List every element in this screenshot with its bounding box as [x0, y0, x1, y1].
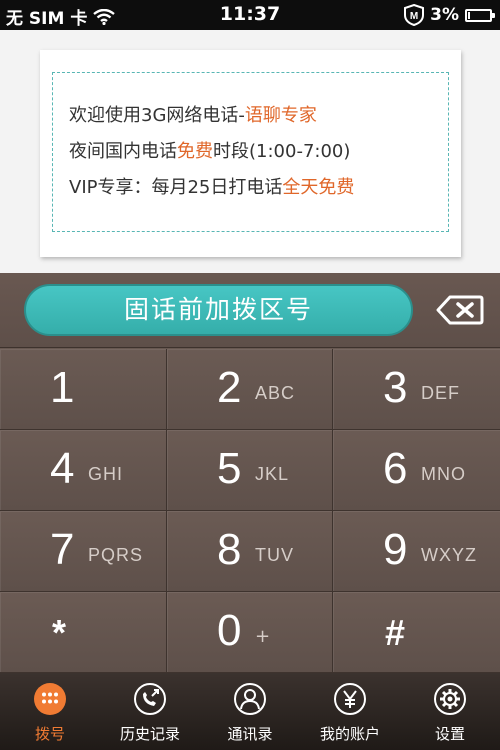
status-right: M 3%	[404, 4, 495, 26]
key-1[interactable]: 1	[0, 349, 167, 430]
battery-icon	[465, 8, 495, 22]
key-3[interactable]: 3 DEF	[333, 349, 500, 430]
shield-icon: M	[404, 4, 425, 26]
key-digit: 6	[383, 444, 408, 493]
key-digit: 7	[50, 525, 75, 574]
key-digit: 3	[383, 363, 408, 412]
status-bar: 无 SIM 卡 11:37 M 3%	[0, 0, 500, 30]
nav-label: 通讯录	[227, 725, 273, 743]
nav-label: 拨号	[34, 725, 65, 743]
key-hash[interactable]: #	[333, 592, 500, 673]
backspace-icon[interactable]	[436, 295, 484, 325]
bottom-nav: 拨号 历史记录 通讯录 我的账户 设置	[0, 673, 500, 750]
number-input[interactable]: 固话前加拨区号	[24, 284, 413, 336]
keypad: 1 2 ABC 3 DEF 4 GHI 5 JKL 6 MNO 7 PQRS 8 TUV 9W…	[0, 349, 500, 673]
key-letters: PQRS	[88, 545, 144, 565]
key-letters: MNO	[421, 464, 466, 484]
ad-line-2-highlight: 免费	[177, 141, 213, 162]
key-9[interactable]: 9 WXYZ	[333, 511, 500, 592]
ad-line-2: 夜间国内电话免费时段(1:00-7:00)	[69, 137, 350, 163]
svg-text:M: M	[410, 11, 418, 22]
key-digit: 4	[50, 444, 75, 493]
gear-icon	[434, 683, 466, 715]
nav-label: 历史记录	[119, 725, 180, 743]
dialer: 固话前加拨区号 1 2 ABC 3 DEF 4 GHI 5 JKL 6 MNO 7 PQRS…	[0, 273, 500, 673]
key-symbol: #	[385, 612, 406, 653]
key-letters: JKL	[255, 464, 290, 484]
ad-line-1: 欢迎使用3G网络电话-语聊专家	[69, 101, 317, 127]
nav-account[interactable]: 我的账户	[300, 673, 400, 750]
dialpad-icon	[34, 683, 66, 715]
key-letters: TUV	[255, 545, 294, 565]
nav-dial[interactable]: 拨号	[0, 673, 100, 750]
ad-area: 欢迎使用3G网络电话-语聊专家 夜间国内电话免费时段(1:00-7:00) VI…	[0, 30, 500, 273]
key-0[interactable]: 0 +	[167, 592, 333, 673]
key-letters: ABC	[255, 383, 296, 403]
contacts-icon	[234, 683, 266, 715]
key-digit: 2	[217, 363, 242, 412]
ad-line-3: VIP专享：每月25日打电话全天免费	[69, 173, 354, 199]
ad-banner[interactable]: 欢迎使用3G网络电话-语聊专家 夜间国内电话免费时段(1:00-7:00) VI…	[40, 50, 461, 257]
nav-contacts[interactable]: 通讯录	[200, 673, 300, 750]
key-star[interactable]: *	[0, 592, 167, 673]
key-digit: 1	[50, 363, 75, 412]
key-digit: 8	[217, 525, 242, 574]
key-letters: +	[255, 626, 271, 647]
key-2[interactable]: 2 ABC	[167, 349, 333, 430]
ad-line-3-text: VIP专享：每月25日打电话	[69, 177, 283, 198]
key-7[interactable]: 7 PQRS	[0, 511, 167, 592]
ad-line-1-highlight: 语聊专家	[244, 105, 317, 126]
yen-account-icon	[334, 683, 366, 715]
ad-line-3-highlight: 全天免费	[282, 177, 355, 198]
key-6[interactable]: 6 MNO	[333, 430, 500, 511]
nav-settings[interactable]: 设置	[400, 673, 500, 750]
ad-line-1-text: 欢迎使用3G网络电话-	[69, 105, 245, 126]
ad-line-2-text: 夜间国内电话	[69, 141, 177, 162]
ad-line-2-suffix: 时段(1:00-7:00)	[213, 141, 351, 162]
key-4[interactable]: 4 GHI	[0, 430, 167, 511]
input-bar: 固话前加拨区号	[0, 273, 500, 348]
key-5[interactable]: 5 JKL	[167, 430, 333, 511]
ad-border: 欢迎使用3G网络电话-语聊专家 夜间国内电话免费时段(1:00-7:00) VI…	[52, 72, 449, 232]
key-letters: WXYZ	[421, 545, 477, 565]
key-digit: 9	[383, 525, 408, 574]
battery-percent: 3%	[430, 5, 459, 25]
nav-label: 设置	[434, 725, 465, 743]
key-letters: GHI	[88, 464, 124, 484]
key-symbol: *	[52, 612, 67, 653]
nav-label: 我的账户	[319, 725, 380, 743]
call-history-icon	[134, 683, 166, 715]
key-8[interactable]: 8 TUV	[167, 511, 333, 592]
key-digit: 0	[217, 606, 242, 655]
key-digit: 5	[217, 444, 242, 493]
nav-history[interactable]: 历史记录	[100, 673, 200, 750]
key-letters: DEF	[421, 383, 460, 403]
